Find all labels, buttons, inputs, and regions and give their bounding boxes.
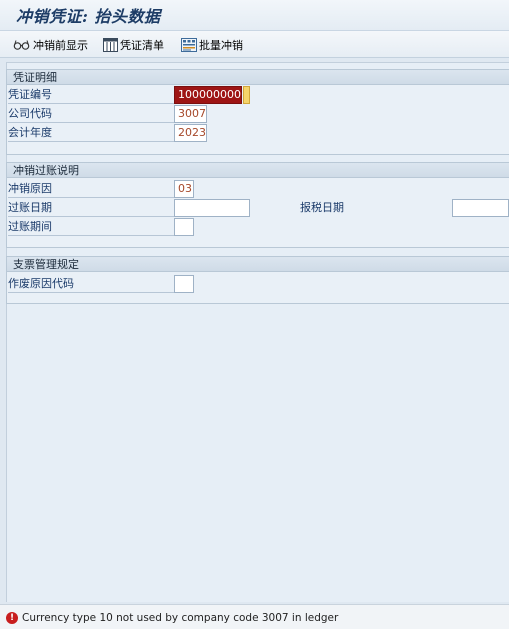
company-code-input[interactable]: 3007	[174, 105, 207, 123]
title-bar: 冲销凭证: 抬头数据	[0, 0, 509, 31]
document-list-button[interactable]: 凭证清单	[103, 36, 164, 53]
mass-reversal-label: 批量冲销	[199, 38, 243, 52]
field-cursor	[243, 86, 250, 104]
window-title: 冲销凭证: 抬头数据	[16, 7, 161, 26]
tax-reporting-date-input[interactable]	[452, 199, 509, 217]
void-reason-code-label: 作废原因代码	[8, 276, 178, 293]
posting-period-label: 过账期间	[8, 219, 178, 236]
posting-date-input[interactable]	[174, 199, 250, 217]
fiscal-year-label: 会计年度	[8, 125, 178, 142]
error-icon: !	[6, 611, 18, 624]
tax-reporting-date-label: 报税日期	[300, 201, 344, 214]
display-before-reversal-button[interactable]: 冲销前显示	[13, 36, 88, 53]
void-reason-code-input[interactable]	[174, 275, 194, 293]
document-number-input[interactable]: 100000000	[174, 86, 242, 104]
reversal-details-header: 冲销过账说明	[7, 163, 509, 178]
status-message[interactable]: ! Currency type 10 not used by company c…	[6, 609, 338, 626]
document-details-header: 凭证明细	[7, 70, 509, 85]
display-before-reversal-label: 冲销前显示	[33, 38, 88, 52]
document-number-label: 凭证编号	[8, 87, 178, 104]
reversal-reason-label: 冲销原因	[8, 181, 178, 198]
status-bar: ! Currency type 10 not used by company c…	[0, 604, 509, 629]
status-message-text: Currency type 10 not used by company cod…	[22, 611, 339, 624]
reversal-reason-input[interactable]: 03	[174, 180, 194, 198]
company-code-label: 公司代码	[8, 106, 178, 123]
posting-period-input[interactable]	[174, 218, 194, 236]
check-management-header: 支票管理规定	[7, 257, 509, 272]
mass-reversal-button[interactable]: 批量冲销	[181, 36, 243, 53]
mass-reversal-icon	[181, 37, 197, 52]
application-toolbar: 冲销前显示 凭证清单 批量冲销	[0, 31, 509, 58]
posting-date-label: 过账日期	[8, 200, 178, 217]
fiscal-year-input[interactable]: 2023	[174, 124, 207, 142]
document-list-label: 凭证清单	[120, 38, 164, 52]
glasses-icon	[13, 39, 31, 51]
document-list-icon	[103, 37, 118, 52]
